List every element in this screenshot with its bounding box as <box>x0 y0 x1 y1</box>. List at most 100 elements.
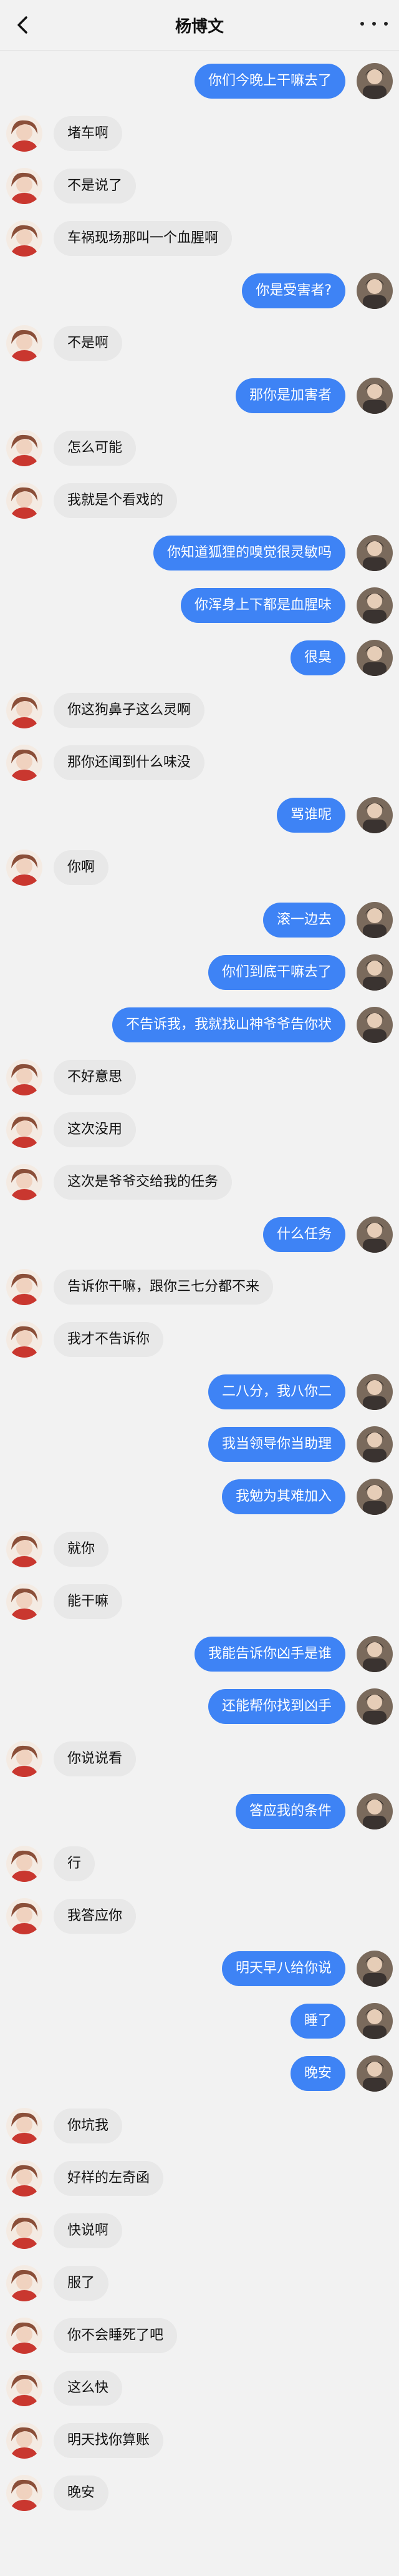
contact-avatar[interactable] <box>6 115 42 152</box>
message-row-right: 我当领导你当助理 <box>208 1424 393 1465</box>
message-bubble[interactable]: 答应我的条件 <box>235 1794 345 1829</box>
message-bubble[interactable]: 你坑我 <box>54 2108 123 2143</box>
message-bubble[interactable]: 不告诉我，我就找山神爷爷告你状 <box>112 1007 345 1042</box>
contact-avatar[interactable] <box>6 430 42 466</box>
my-avatar[interactable] <box>357 378 393 414</box>
message-bubble[interactable]: 能干嘛 <box>54 1584 123 1619</box>
contact-avatar[interactable] <box>6 1531 42 1567</box>
message-bubble[interactable]: 明天早八给你说 <box>221 1951 345 1986</box>
message-row-right: 你浑身上下都是血腥味 <box>180 585 393 626</box>
message-bubble[interactable]: 睡了 <box>290 2004 345 2039</box>
my-avatar[interactable] <box>357 902 393 938</box>
message-bubble[interactable]: 你是受害者? <box>242 273 345 308</box>
message-bubble[interactable]: 这次是爷爷交给我的任务 <box>54 1165 233 1200</box>
my-avatar[interactable] <box>357 1217 393 1253</box>
message-bubble[interactable]: 明天找你算账 <box>54 2423 164 2458</box>
contact-avatar[interactable] <box>6 325 42 361</box>
message-bubble[interactable]: 怎么可能 <box>54 431 137 466</box>
message-bubble[interactable]: 你知道狐狸的嗅觉很灵敏吗 <box>153 536 345 571</box>
message-bubble[interactable]: 骂谁呢 <box>276 798 345 833</box>
contact-avatar[interactable] <box>6 2213 42 2249</box>
message-bubble[interactable]: 二八分，我八你二 <box>208 1374 345 1409</box>
message-bubble[interactable]: 快说啊 <box>54 2213 123 2248</box>
contact-avatar[interactable] <box>6 2318 42 2354</box>
message-bubble[interactable]: 你啊 <box>54 850 109 885</box>
message-bubble[interactable]: 晚安 <box>54 2476 109 2510</box>
contact-avatar[interactable] <box>6 1741 42 1777</box>
message-bubble[interactable]: 你这狗鼻子这么灵啊 <box>54 693 205 728</box>
message-bubble[interactable]: 不是说了 <box>54 169 137 203</box>
my-avatar[interactable] <box>357 1374 393 1410</box>
contact-avatar[interactable] <box>6 692 42 728</box>
contact-avatar[interactable] <box>6 2265 42 2301</box>
message-row-right: 你们到底干嘛去了 <box>208 952 393 993</box>
contact-avatar[interactable] <box>6 1164 42 1200</box>
contact-avatar[interactable] <box>6 168 42 204</box>
message-bubble[interactable]: 你们到底干嘛去了 <box>208 955 345 990</box>
message-bubble[interactable]: 堵车啊 <box>54 116 123 151</box>
my-avatar[interactable] <box>357 2003 393 2039</box>
my-avatar[interactable] <box>357 640 393 676</box>
message-bubble[interactable]: 还能帮你找到凶手 <box>208 1689 345 1724</box>
contact-avatar[interactable] <box>6 1321 42 1358</box>
my-avatar[interactable] <box>357 954 393 991</box>
message-bubble[interactable]: 你不会睡死了吧 <box>54 2318 178 2353</box>
chat-title: 杨博文 <box>175 17 224 36</box>
message-bubble[interactable]: 这么快 <box>54 2371 123 2406</box>
contact-avatar[interactable] <box>6 2370 42 2406</box>
my-avatar[interactable] <box>357 273 393 309</box>
message-bubble[interactable]: 什么任务 <box>262 1217 345 1252</box>
message-bubble[interactable]: 你们今晚上干嘛去了 <box>194 64 345 99</box>
message-bubble[interactable]: 不是啊 <box>54 326 123 361</box>
my-avatar[interactable] <box>357 1479 393 1515</box>
contact-avatar[interactable] <box>6 1584 42 1620</box>
message-bubble[interactable]: 晚安 <box>290 2056 345 2091</box>
message-bubble[interactable]: 就你 <box>54 1532 109 1567</box>
message-bubble[interactable]: 行 <box>54 1846 95 1881</box>
contact-avatar[interactable] <box>6 850 42 886</box>
contact-avatar[interactable] <box>6 1269 42 1305</box>
contact-avatar[interactable] <box>6 1112 42 1148</box>
my-avatar[interactable] <box>357 1426 393 1462</box>
message-bubble[interactable]: 我才不告诉你 <box>54 1322 164 1357</box>
message-bubble[interactable]: 我答应你 <box>54 1899 137 1934</box>
message-bubble[interactable]: 我勉为其难加入 <box>221 1479 345 1514</box>
contact-avatar[interactable] <box>6 2108 42 2144</box>
my-avatar[interactable] <box>357 2055 393 2092</box>
message-bubble[interactable]: 我当领导你当助理 <box>208 1427 345 1462</box>
message-bubble[interactable]: 这次没用 <box>54 1112 137 1147</box>
contact-avatar[interactable] <box>6 2475 42 2511</box>
message-bubble[interactable]: 滚一边去 <box>262 903 345 938</box>
my-avatar[interactable] <box>357 63 393 99</box>
message-row-left: 告诉你干嘛，跟你三七分都不来 <box>6 1266 274 1308</box>
contact-avatar[interactable] <box>6 745 42 781</box>
message-bubble[interactable]: 你说说看 <box>54 1741 137 1776</box>
message-bubble[interactable]: 不好意思 <box>54 1060 137 1095</box>
my-avatar[interactable] <box>357 535 393 571</box>
message-bubble[interactable]: 我就是个看戏的 <box>54 483 178 518</box>
message-bubble[interactable]: 好样的左奇函 <box>54 2161 164 2196</box>
contact-avatar[interactable] <box>6 220 42 257</box>
message-bubble[interactable]: 我能告诉你凶手是谁 <box>194 1637 345 1672</box>
message-bubble[interactable]: 服了 <box>54 2266 109 2301</box>
my-avatar[interactable] <box>357 797 393 833</box>
my-avatar[interactable] <box>357 1951 393 1987</box>
contact-avatar[interactable] <box>6 1059 42 1095</box>
contact-avatar[interactable] <box>6 2422 42 2459</box>
my-avatar[interactable] <box>357 1688 393 1725</box>
my-avatar[interactable] <box>357 587 393 624</box>
message-bubble[interactable]: 那你还闻到什么味没 <box>54 745 205 780</box>
my-avatar[interactable] <box>357 1636 393 1672</box>
message-bubble[interactable]: 你浑身上下都是血腥味 <box>180 588 345 623</box>
my-avatar[interactable] <box>357 1793 393 1829</box>
message-bubble[interactable]: 很臭 <box>290 640 345 675</box>
contact-avatar[interactable] <box>6 482 42 519</box>
message-bubble[interactable]: 车祸现场那叫一个血腥啊 <box>54 221 233 256</box>
my-avatar[interactable] <box>357 1007 393 1043</box>
more-dots-icon[interactable] <box>360 12 388 35</box>
message-bubble[interactable]: 那你是加害者 <box>235 378 345 413</box>
contact-avatar[interactable] <box>6 2160 42 2196</box>
message-bubble[interactable]: 告诉你干嘛，跟你三七分都不来 <box>54 1270 274 1305</box>
contact-avatar[interactable] <box>6 1846 42 1882</box>
contact-avatar[interactable] <box>6 1898 42 1934</box>
